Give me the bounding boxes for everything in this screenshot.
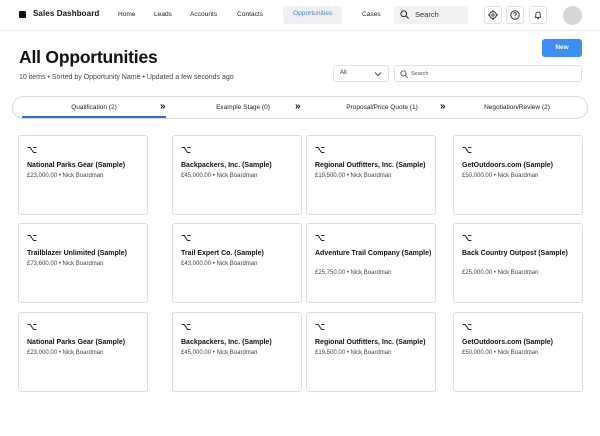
option-icon [181, 147, 191, 153]
list-search-input[interactable] [411, 69, 571, 79]
search-icon [400, 10, 409, 19]
opportunity-card[interactable]: Trail Expert Co. (Sample) £43,000.00 • N… [172, 223, 302, 303]
chevron-right-icon: » [160, 101, 166, 112]
opportunity-amount-owner: £45,000.00 • Nick Boardman [181, 350, 258, 356]
opportunity-name: Trail Expert Co. (Sample) [181, 250, 264, 257]
opportunity-card[interactable]: Adventure Trail Company (Sample) £25,750… [306, 223, 436, 303]
list-summary: 10 items • Sorted by Opportunity Name • … [19, 74, 234, 81]
option-icon [27, 147, 37, 153]
opportunity-amount-owner: £25,750.00 • Nick Boardman [315, 270, 392, 276]
nav-item-contacts[interactable]: Contacts [237, 11, 263, 18]
app-title[interactable]: Sales Dashboard [33, 9, 99, 18]
option-icon [315, 235, 325, 241]
opportunity-amount-owner: £25,000.00 • Nick Boardman [462, 270, 539, 276]
opportunity-name: National Parks Gear (Sample) [27, 339, 126, 346]
nav-item-home[interactable]: Home [118, 11, 136, 18]
opportunity-name: Backpackers, Inc. (Sample) [181, 339, 272, 346]
opportunity-card[interactable]: GetOutdoors.com (Sample) £50,000.00 • Ni… [453, 312, 583, 392]
opportunity-card[interactable]: Backpackers, Inc. (Sample) £45,000.00 • … [172, 135, 302, 215]
opportunity-amount-owner: £23,000.00 • Nick Boardman [27, 350, 104, 356]
opportunity-card[interactable]: National Parks Gear (Sample) £23,000.00 … [18, 312, 148, 392]
help-button[interactable] [506, 6, 524, 24]
opportunity-name: Regional Outfitters, Inc. (Sample) [315, 339, 426, 346]
opportunity-amount-owner: £23,000.00 • Nick Boardman [27, 173, 104, 179]
global-search-label: Search [415, 10, 439, 19]
opportunity-amount-owner: £45,000.00 • Nick Boardman [181, 173, 258, 179]
opportunity-name: Backpackers, Inc. (Sample) [181, 162, 272, 169]
opportunity-amount-owner: £50,000.00 • Nick Boardman [462, 350, 539, 356]
nav-item-leads[interactable]: Leads [154, 11, 172, 18]
opportunity-name: GetOutdoors.com (Sample) [462, 162, 554, 169]
user-avatar[interactable] [563, 6, 582, 25]
opportunity-amount-owner: £50,000.00 • Nick Boardman [462, 173, 539, 179]
opportunity-name: Trailblazer Unlimited (Sample) [27, 250, 127, 257]
chevron-right-icon: » [295, 101, 301, 112]
chevron-down-icon [374, 72, 382, 77]
list-search[interactable] [394, 65, 582, 82]
bell-icon [534, 11, 542, 20]
notifications-button[interactable] [529, 6, 547, 24]
stage-qualification[interactable]: Qualification (2) [22, 97, 166, 118]
help-icon [510, 10, 520, 20]
chevron-right-icon: » [440, 101, 446, 112]
page-title: All Opportunities [19, 47, 158, 67]
opportunity-amount-owner: £19,500.00 • Nick Boardman [315, 350, 392, 356]
option-icon [181, 235, 191, 241]
option-icon [181, 324, 191, 330]
stage-proposal-price-quote[interactable]: Proposal/Price Quote (1) [318, 97, 446, 118]
stage-example-stage[interactable]: Example Stage (0) [179, 97, 307, 118]
opportunity-amount-owner: £73,600.00 • Nick Boardman [27, 261, 104, 267]
stage-path: Qualification (2) » Example Stage (0) » … [12, 96, 588, 119]
opportunity-card[interactable]: Regional Outfitters, Inc. (Sample) £19,5… [306, 135, 436, 215]
option-icon [462, 324, 472, 330]
opportunity-card[interactable]: National Parks Gear (Sample) £23,000.00 … [18, 135, 148, 215]
opportunity-name: Back Country Outpost (Sample) [462, 250, 568, 257]
list-filter-select[interactable]: All [333, 65, 389, 82]
search-icon [400, 70, 408, 78]
settings-button[interactable] [484, 6, 502, 24]
opportunity-name: National Parks Gear (Sample) [27, 162, 126, 169]
opportunity-name: GetOutdoors.com (Sample) [462, 339, 554, 346]
opportunity-card[interactable]: Back Country Outpost (Sample) £25,000.00… [453, 223, 583, 303]
option-icon [27, 324, 37, 330]
top-navigation-bar: Sales Dashboard Home Leads Accounts Cont… [0, 0, 600, 31]
opportunity-amount-owner: £19,500.00 • Nick Boardman [315, 173, 392, 179]
stage-negotiation-review[interactable]: Negotiation/Review (2) [453, 97, 581, 118]
opportunity-card[interactable]: Backpackers, Inc. (Sample) £45,000.00 • … [172, 312, 302, 392]
option-icon [315, 324, 325, 330]
nav-item-opportunities[interactable]: Opportunities [283, 6, 343, 24]
opportunity-name: Adventure Trail Company (Sample) [315, 250, 432, 257]
option-icon [462, 147, 472, 153]
option-icon [462, 235, 472, 241]
opportunity-card[interactable]: Regional Outfitters, Inc. (Sample) £19,5… [306, 312, 436, 392]
opportunity-name: Regional Outfitters, Inc. (Sample) [315, 162, 426, 169]
opportunity-card[interactable]: GetOutdoors.com (Sample) £50,000.00 • Ni… [453, 135, 583, 215]
new-opportunity-button[interactable]: New [542, 39, 582, 57]
option-icon [315, 147, 325, 153]
opportunity-amount-owner: £43,000.00 • Nick Boardman [181, 261, 258, 267]
global-search[interactable]: Search [394, 6, 468, 24]
option-icon [27, 235, 37, 241]
nav-item-cases[interactable]: Cases [362, 11, 381, 18]
list-filter-value: All [340, 70, 347, 76]
gear-icon [488, 10, 498, 20]
opportunity-card[interactable]: Trailblazer Unlimited (Sample) £73,600.0… [18, 223, 148, 303]
nav-item-accounts[interactable]: Accounts [190, 11, 217, 18]
app-logo [19, 11, 26, 18]
